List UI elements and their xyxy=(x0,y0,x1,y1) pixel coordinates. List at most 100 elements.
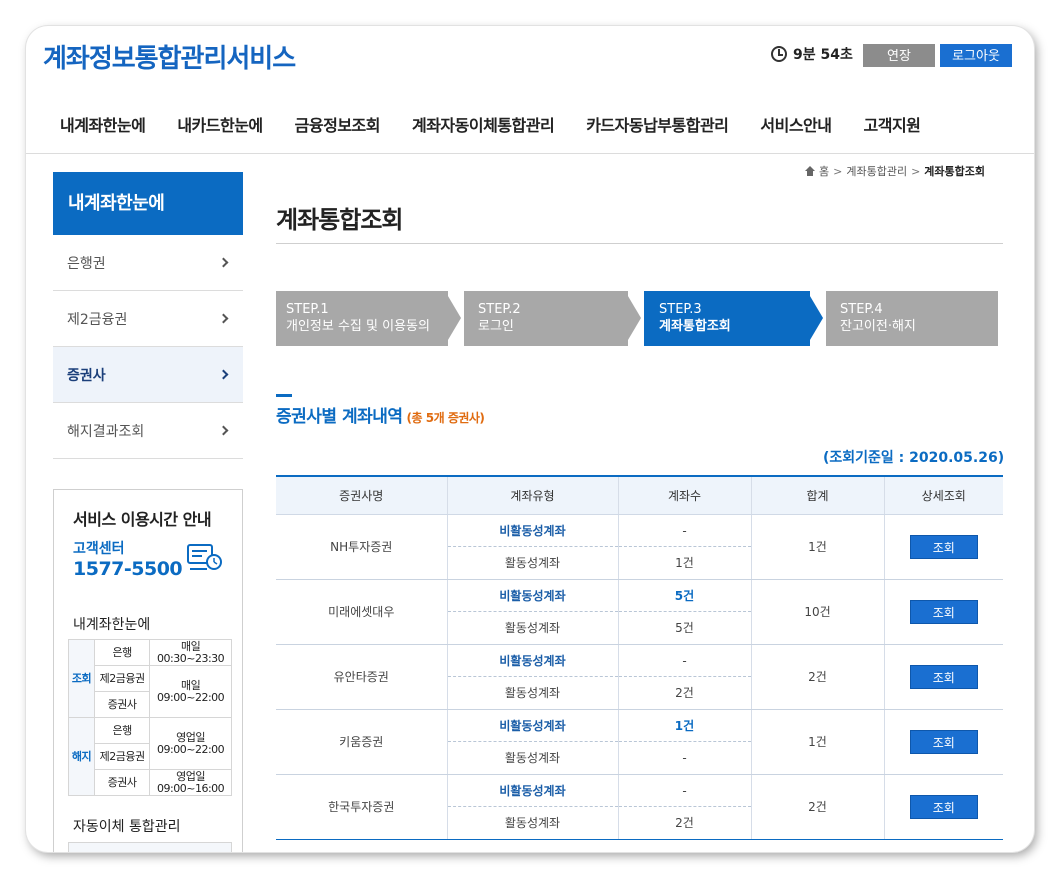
step-indicator: STEP.1 개인정보 수집 및 이용동의 STEP.2 로그인 STEP.3 계좌통… xyxy=(276,291,998,346)
nav-item-my-cards[interactable]: 내카드한눈에 xyxy=(177,112,263,136)
column-header: 계좌유형 xyxy=(446,475,618,515)
table-row: 키움증권 비활동성계좌 활동성계좌 1건 - 1건 조회 xyxy=(276,709,1003,775)
view-detail-button[interactable]: 조회 xyxy=(909,664,978,689)
logout-button[interactable]: 로그아웃 xyxy=(940,44,1012,67)
sidebar-item-securities[interactable]: 증권사 xyxy=(53,347,243,403)
row-securities: 증권사 xyxy=(93,691,151,718)
account-type-cell: 비활동성계좌 활동성계좌 xyxy=(446,709,618,775)
inactive-count[interactable]: 1건 xyxy=(618,710,751,742)
active-count: - xyxy=(682,750,687,765)
total-count: 2건 xyxy=(750,644,884,710)
table-row: 유안타증권 비활동성계좌 활동성계좌 - 2건 2건 조회 xyxy=(276,644,1003,710)
column-header: 합계 xyxy=(750,475,884,515)
nav-item-support[interactable]: 고객지원 xyxy=(864,112,921,136)
nav-item-financial-info[interactable]: 금융정보조회 xyxy=(295,112,381,136)
view-detail-button[interactable]: 조회 xyxy=(909,599,978,624)
row-securities: 증권사 xyxy=(93,769,151,796)
sidebar-title: 내계좌한눈에 xyxy=(53,172,243,235)
step-4: STEP.4 잔고이전·해지 xyxy=(826,291,998,346)
chevron-right-icon xyxy=(218,257,229,268)
account-count-cell: - 2건 xyxy=(617,774,751,840)
active-count: 2건 xyxy=(675,815,694,830)
nav-item-auto-transfer[interactable]: 계좌자동이체통합관리 xyxy=(412,112,555,136)
session-timer: 9분 54초 xyxy=(771,44,853,64)
column-header: 계좌수 xyxy=(617,475,751,515)
step-1: STEP.1 개인정보 수집 및 이용동의 xyxy=(276,291,448,346)
inactive-label: 비활동성계좌 xyxy=(447,775,618,807)
active-count: 5건 xyxy=(675,620,694,635)
view-detail-button[interactable]: 조회 xyxy=(909,729,978,754)
chevron-right-icon xyxy=(218,313,229,324)
active-count: 2건 xyxy=(675,685,694,700)
active-count: 1건 xyxy=(675,555,694,570)
section-accent-bar xyxy=(276,394,292,397)
detail-cell: 조회 xyxy=(883,774,1003,840)
sidebar-item-label: 은행권 xyxy=(67,255,106,272)
row-bank: 은행 xyxy=(93,639,151,666)
sidebar-item-label: 증권사 xyxy=(67,367,106,384)
account-type-cell: 비활동성계좌 활동성계좌 xyxy=(446,579,618,645)
sidebar-item-bank[interactable]: 은행권 xyxy=(53,235,243,291)
nav-item-card-autopay[interactable]: 카드자동납부통합관리 xyxy=(586,112,729,136)
nav-item-service-guide[interactable]: 서비스안내 xyxy=(760,112,832,136)
hours-cell: 영업일 09:00~16:00 xyxy=(149,769,232,796)
active-label: 활동성계좌 xyxy=(504,685,561,700)
nav-divider xyxy=(26,153,1034,154)
account-count-cell: - 2건 xyxy=(617,644,751,710)
detail-cell: 조회 xyxy=(883,579,1003,645)
page-title: 계좌통합조회 xyxy=(276,206,403,234)
site-logo[interactable]: 계좌정보통합관리서비스 xyxy=(43,38,296,75)
inactive-label: 비활동성계좌 xyxy=(447,645,618,677)
section-title: 증권사별 계좌내역 (총 5개 증권사) xyxy=(276,407,485,427)
sidebar-menu: 은행권 제2금융권 증권사 해지결과조회 xyxy=(53,235,243,459)
total-count: 10건 xyxy=(750,579,884,645)
account-count-cell: 1건 - xyxy=(617,709,751,775)
sidebar-item-label: 해지결과조회 xyxy=(67,423,145,440)
account-count-cell: 5건 5건 xyxy=(617,579,751,645)
sidebar-item-cancel-results[interactable]: 해지결과조회 xyxy=(53,403,243,459)
step-arrow xyxy=(445,291,461,345)
chevron-right-icon xyxy=(218,369,229,380)
inactive-count: - xyxy=(618,645,751,677)
view-detail-button[interactable]: 조회 xyxy=(909,794,978,819)
breadcrumb-home[interactable]: 홈 xyxy=(819,163,829,179)
account-type-cell: 비활동성계좌 활동성계좌 xyxy=(446,514,618,580)
row-bank: 은행 xyxy=(93,717,151,744)
row-fin2: 제2금융권 xyxy=(93,743,151,770)
view-detail-button[interactable]: 조회 xyxy=(909,534,978,559)
breadcrumb-separator: > xyxy=(833,164,843,178)
broker-name: 한국투자증권 xyxy=(276,774,447,840)
broker-name: 키움증권 xyxy=(276,709,447,775)
timer-text: 9분 54초 xyxy=(793,47,853,63)
total-count: 1건 xyxy=(750,709,884,775)
table-row: 미래에셋대우 비활동성계좌 활동성계좌 5건 5건 10건 조회 xyxy=(276,579,1003,645)
breadcrumb-current: 계좌통합조회 xyxy=(924,165,986,178)
section-count: (총 5개 증권사) xyxy=(406,411,485,425)
sidebar-item-label: 제2금융권 xyxy=(67,311,128,328)
column-header: 증권사명 xyxy=(276,475,447,515)
service-subtitle-autotransfer: 자동이체 통합관리 xyxy=(73,819,181,835)
category-cancel: 해지 xyxy=(68,717,95,796)
step-arrow xyxy=(625,291,641,345)
total-count: 2건 xyxy=(750,774,884,840)
breadcrumb-level1[interactable]: 계좌통합관리 xyxy=(846,163,907,179)
breadcrumb-separator: > xyxy=(911,164,921,178)
hours-cell: 매일 09:00~22:00 xyxy=(149,665,232,718)
extend-button[interactable]: 연장 xyxy=(863,44,935,67)
step-3: STEP.3 계좌통합조회 xyxy=(644,291,810,346)
clock-icon xyxy=(771,46,787,62)
service-hours-box: 서비스 이용시간 안내 고객센터 1577-5500 내계좌한눈에 조회 은행 … xyxy=(53,489,243,852)
inactive-label: 비활동성계좌 xyxy=(447,710,618,742)
detail-cell: 조회 xyxy=(883,709,1003,775)
active-label: 활동성계좌 xyxy=(504,620,561,635)
customer-center-phone[interactable]: 1577-5500 xyxy=(73,558,183,580)
inactive-count[interactable]: 5건 xyxy=(618,580,751,612)
sidebar-item-secondary-finance[interactable]: 제2금융권 xyxy=(53,291,243,347)
nav-item-my-accounts[interactable]: 내계좌한눈에 xyxy=(60,112,146,136)
home-icon[interactable] xyxy=(805,166,815,176)
active-label: 활동성계좌 xyxy=(504,555,561,570)
row-fin2: 제2금융권 xyxy=(93,665,151,692)
autotransfer-table-stub xyxy=(68,842,232,852)
service-subtitle-accounts: 내계좌한눈에 xyxy=(73,617,151,633)
inactive-count: - xyxy=(618,775,751,807)
